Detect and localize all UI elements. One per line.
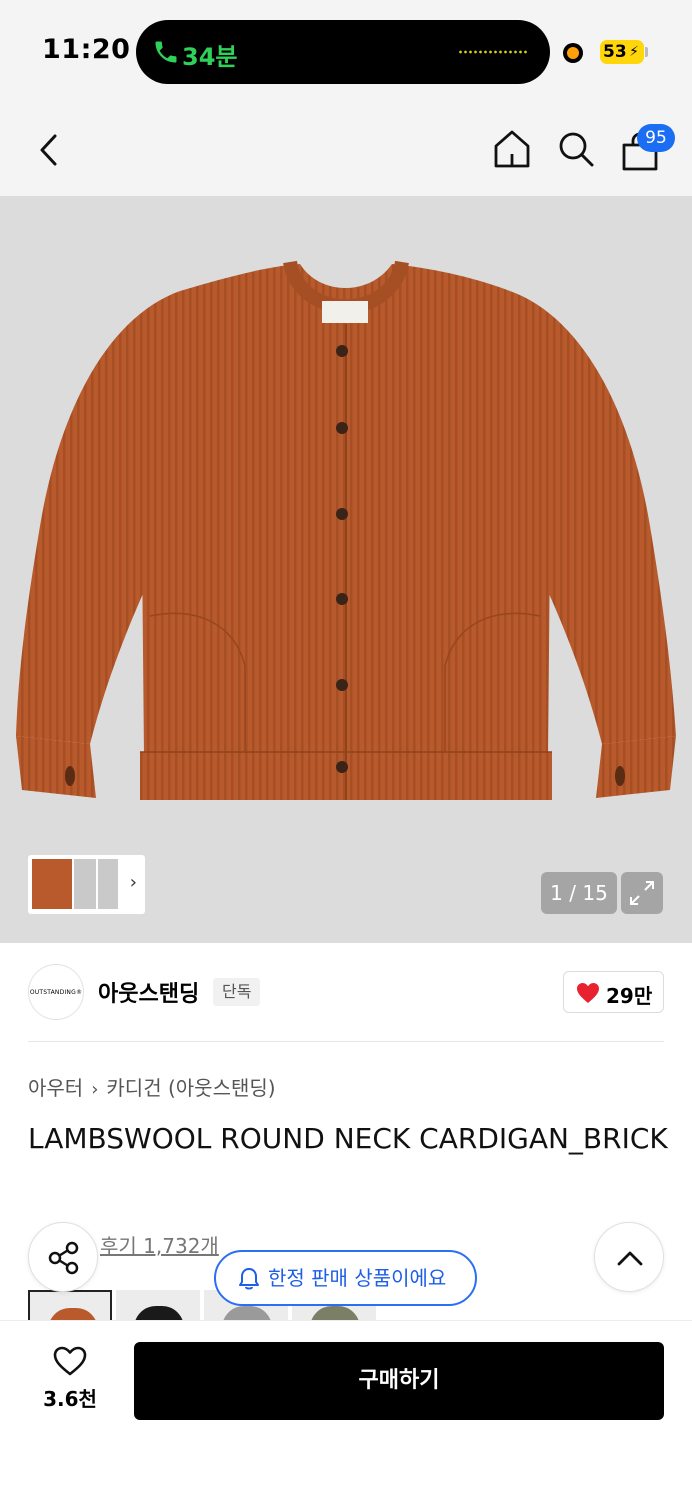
battery-level: 53	[603, 42, 627, 62]
brand-like-count: 29만	[606, 984, 653, 1008]
gallery-thumbnail[interactable]	[98, 859, 118, 909]
gallery-thumbnail[interactable]	[74, 859, 96, 909]
expand-button[interactable]	[621, 872, 663, 914]
wishlist-button[interactable]: 3.6천	[40, 1345, 100, 1425]
color-option-brick[interactable]	[28, 1290, 112, 1320]
breadcrumb-item-outer[interactable]: 아우터	[28, 1076, 83, 1100]
wishlist-count: 3.6천	[43, 1387, 97, 1411]
chevron-right-icon: ›	[91, 1079, 99, 1100]
breadcrumb: 아우터 › 카디건 (아웃스탠딩)	[28, 1072, 276, 1101]
home-icon[interactable]	[492, 128, 532, 170]
product-image-gallery[interactable]: › 1 / 15	[0, 196, 692, 943]
exclusive-badge: 단독	[213, 978, 261, 1006]
color-option-black[interactable]	[116, 1290, 200, 1320]
expand-icon	[630, 881, 654, 905]
brand-logo[interactable]: OUTSTANDING®	[28, 964, 84, 1020]
brand-name[interactable]: 아웃스탠딩	[98, 976, 199, 1008]
limited-sale-label: 한정 판매 상품이에요	[268, 1266, 447, 1290]
breadcrumb-item-cardigan[interactable]: 카디건 (아웃스탠딩)	[106, 1076, 275, 1100]
heart-filled-icon	[577, 983, 599, 1003]
share-icon	[48, 1241, 79, 1275]
share-button[interactable]	[28, 1222, 98, 1292]
brand-like-button[interactable]: 29만	[563, 971, 664, 1013]
battery-cap	[645, 47, 648, 57]
gallery-thumbnail[interactable]	[32, 859, 72, 909]
chevron-up-icon	[617, 1251, 643, 1266]
product-image	[16, 260, 676, 800]
brand-logo-text: OUTSTANDING®	[29, 989, 83, 996]
phone-call-icon	[155, 41, 177, 63]
status-time: 11:20	[42, 34, 131, 65]
battery-indicator: 53 ⚡	[600, 40, 644, 64]
mic-indicator-icon	[563, 43, 583, 63]
call-duration: 34분	[182, 43, 238, 71]
back-arrow-icon[interactable]	[34, 130, 64, 170]
review-count-link[interactable]: 후기 1,732개	[100, 1230, 219, 1259]
search-icon[interactable]	[556, 128, 596, 170]
product-title: LAMBSWOOL ROUND NECK CARDIGAN_BRICK	[28, 1122, 668, 1155]
top-nav-bar	[0, 100, 692, 196]
heart-outline-icon	[53, 1346, 87, 1376]
charging-icon: ⚡	[629, 44, 639, 60]
gallery-thumbnail-strip[interactable]: ›	[28, 855, 145, 914]
bottom-action-bar: 3.6천 구매하기	[0, 1320, 692, 1500]
dynamic-island[interactable]: 34분	[136, 20, 550, 84]
divider	[28, 1041, 664, 1042]
scroll-to-top-button[interactable]	[594, 1222, 664, 1292]
limited-sale-notice[interactable]: 한정 판매 상품이에요	[214, 1250, 477, 1306]
buy-button[interactable]: 구매하기	[134, 1342, 664, 1420]
chevron-right-icon[interactable]: ›	[130, 872, 137, 893]
status-bar: 11:20 34분 53 ⚡	[0, 0, 692, 100]
bell-icon	[239, 1268, 259, 1290]
cart-count-badge: 95	[637, 124, 675, 152]
image-counter: 1 / 15	[541, 872, 617, 914]
audio-waveform-icon	[458, 50, 528, 54]
